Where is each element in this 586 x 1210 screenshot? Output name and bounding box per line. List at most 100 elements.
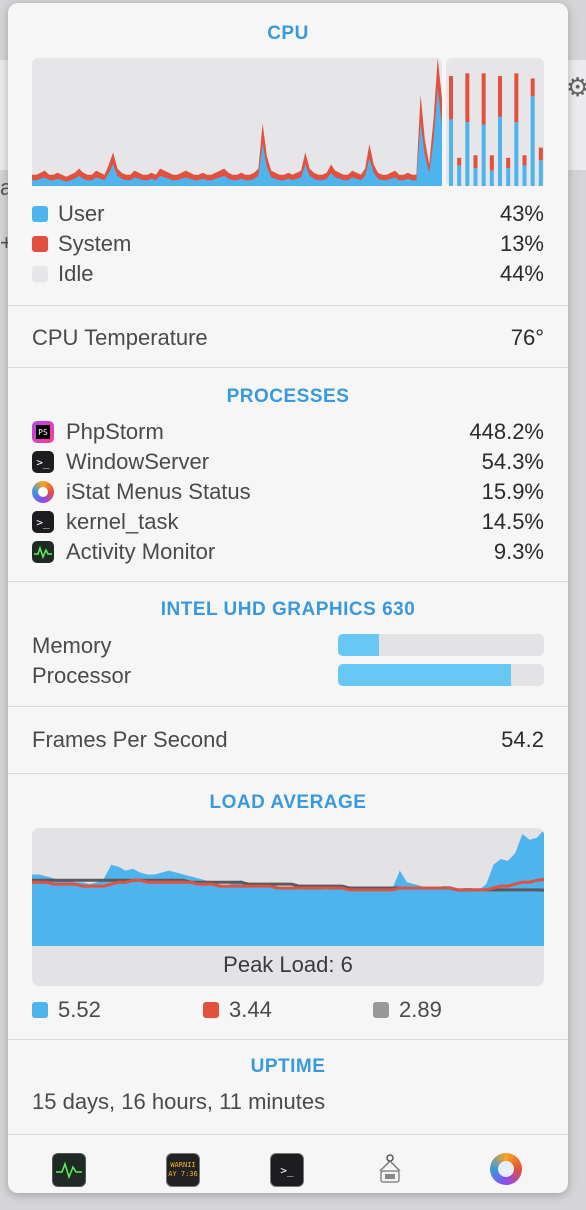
gpu-memory-bar [338, 634, 544, 656]
cpu-system-row: System 13% [32, 229, 544, 259]
gpu-memory-row: Memory [32, 631, 332, 661]
cpu-core-system-bar [465, 73, 470, 122]
load-legend-5min: 3.44 [203, 995, 272, 1025]
process-name: iStat Menus Status [66, 479, 251, 504]
load-5min-value: 3.44 [229, 997, 272, 1022]
terminal-icon: >_ [32, 511, 54, 533]
divider [8, 581, 568, 582]
cpu-core-user-bar [506, 168, 511, 186]
load-15min-value: 2.89 [399, 997, 442, 1022]
load-legend-1min: 5.52 [32, 995, 101, 1025]
gpu-processor-bar [338, 664, 544, 686]
cpu-core-user-bar [449, 119, 453, 186]
gpu-memory-label: Memory [32, 633, 112, 658]
cpu-core-system-bar [449, 75, 453, 120]
uptime-section-title: UPTIME [250, 1056, 326, 1077]
process-name: Activity Monitor [66, 539, 216, 564]
process-name: kernel_task [66, 509, 179, 534]
cpu-core-system-bar [498, 75, 502, 117]
cpu-core-user-bar [489, 170, 494, 186]
cpu-core-system-bar [473, 155, 478, 169]
uptime-row: 15 days, 16 hours, 11 minutes [32, 1087, 544, 1117]
process-value: 15.9% [481, 479, 544, 504]
user-label: User [58, 201, 105, 226]
fps-label: Frames Per Second [32, 727, 228, 752]
cpu-core-user-bar [538, 160, 543, 186]
console-icon[interactable]: WARNII AY 7:36 [166, 1153, 200, 1187]
divider [8, 706, 568, 707]
gpu-processor-label: Processor [32, 663, 132, 688]
user-value: 43% [499, 201, 544, 226]
process-row[interactable]: iStat Menus Status 15.9% [32, 477, 544, 507]
divider [8, 367, 568, 368]
gpu-section-title: INTEL UHD GRAPHICS 630 [160, 599, 416, 620]
cpu-core-system-bar [530, 78, 535, 97]
terminal-icon[interactable]: >_ [270, 1153, 304, 1187]
cpu-core-user-bar [530, 96, 535, 186]
process-row[interactable]: PS PhpStorm 448.2% [32, 417, 544, 447]
gpu-memory-fill [338, 634, 380, 656]
cpu-core-user-bar [522, 165, 527, 186]
cpu-core-system-bar [522, 155, 527, 166]
activity-monitor-icon [32, 541, 54, 563]
cpu-core-user-bar [481, 124, 486, 186]
terminal-icon: >_ [32, 451, 54, 473]
cpu-core-user-bar [473, 168, 478, 186]
system-value: 13% [499, 231, 544, 256]
load-history-graph [32, 830, 544, 946]
process-row[interactable]: Activity Monitor 9.3% [32, 537, 544, 567]
process-value: 9.3% [493, 539, 544, 564]
idle-value: 44% [499, 261, 544, 286]
cpu-core-system-bar [538, 147, 543, 161]
cpu-history-graph [32, 58, 442, 186]
cpu-section-title: CPU [267, 23, 309, 44]
process-name: PhpStorm [66, 419, 164, 444]
cpu-user-row: User 43% [32, 199, 544, 229]
cpu-core-system-bar [457, 157, 462, 166]
load-graph-container: Peak Load: 6 [32, 828, 544, 986]
istat-menus-icon[interactable] [490, 1153, 522, 1185]
process-row[interactable]: >_ kernel_task 14.5% [32, 507, 544, 537]
load-1min-value: 5.52 [58, 997, 101, 1022]
background-gear-icon: ⚙ [566, 72, 586, 102]
console-icon-text: WARNII [170, 1161, 196, 1169]
app-launcher-bar: WARNII AY 7:36 >_ [8, 1134, 568, 1193]
cpu-core-system-bar [514, 73, 519, 122]
activity-monitor-icon[interactable] [52, 1153, 86, 1187]
user-swatch [32, 206, 48, 222]
divider [8, 305, 568, 306]
cpu-core-user-bar [498, 116, 502, 186]
console-icon-text: AY 7:36 [168, 1170, 198, 1178]
istat-icon [32, 481, 54, 503]
load-section-title: LOAD AVERAGE [209, 792, 367, 813]
process-value: 448.2% [469, 419, 544, 444]
process-name: WindowServer [66, 449, 210, 474]
cpu-idle-row: Idle 44% [32, 259, 544, 289]
process-value: 14.5% [481, 509, 544, 534]
cpu-core-user-bar [465, 122, 470, 186]
system-swatch [32, 236, 48, 252]
process-row[interactable]: >_ WindowServer 54.3% [32, 447, 544, 477]
cpu-temperature-row: CPU Temperature 76° [32, 323, 544, 353]
idle-swatch [32, 266, 48, 282]
peak-load-label: Peak Load: 6 [223, 952, 353, 977]
system-label: System [58, 231, 132, 256]
cpu-temperature-label: CPU Temperature [32, 325, 208, 350]
gpu-processor-row: Processor [32, 661, 332, 691]
fps-row: Frames Per Second 54.2 [32, 725, 544, 755]
divider [8, 773, 568, 774]
uptime-value: 15 days, 16 hours, 11 minutes [32, 1089, 326, 1114]
istat-cpu-panel: CPU User 43% System 13% Idle 44% CPU Tem… [8, 3, 568, 1193]
idle-label: Idle [58, 261, 94, 286]
system-information-icon[interactable] [374, 1153, 406, 1185]
divider [8, 1039, 568, 1040]
fps-value: 54.2 [501, 727, 544, 752]
cpu-core-system-bar [489, 155, 494, 171]
load-5min-swatch [203, 1002, 219, 1018]
process-value: 54.3% [481, 449, 544, 474]
cpu-core-system-bar [506, 157, 511, 169]
cpu-core-user-bar [514, 122, 519, 186]
gpu-processor-fill [338, 664, 512, 686]
cpu-core-system-bar [481, 73, 486, 125]
cpu-temperature-value: 76° [510, 325, 544, 350]
